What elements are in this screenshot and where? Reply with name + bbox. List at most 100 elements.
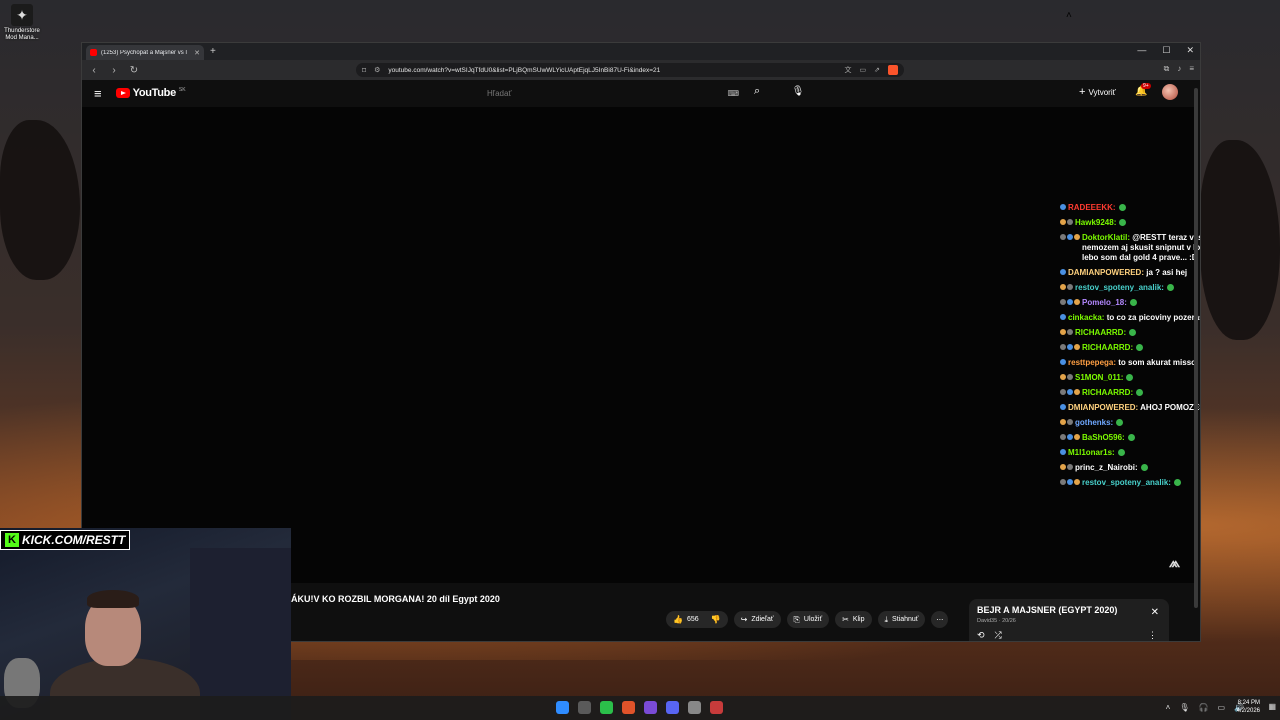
wallpaper-palm-right (1200, 140, 1280, 340)
chat-badges-icon (1060, 359, 1066, 365)
playlist-close-icon[interactable]: ✕ (1151, 607, 1159, 618)
notifications-bell-icon[interactable]: 🔔 9+ (1135, 83, 1151, 97)
start-windows-icon[interactable] (556, 701, 569, 714)
url-field[interactable]: ⌑ ⚙ youtube.com/watch?v=wtSIJqTfdU0&list… (356, 63, 904, 77)
taskbar-clock[interactable]: 8:24 PM 4/2/2026 (1237, 699, 1260, 715)
share-button[interactable]: ↪ Zdieľať (733, 611, 781, 628)
browser-tab[interactable]: (1253) Psychopat a Majsner vs I ✕ (86, 45, 204, 60)
extensions-icon[interactable]: ⧉ (1164, 64, 1170, 74)
task-view-icon[interactable] (578, 701, 591, 714)
chat-message: restov_spoteny_analik: (1060, 478, 1200, 488)
shuffle-icon[interactable]: ⤮ (995, 630, 1002, 641)
chat-emote-icon (1118, 204, 1126, 212)
app-green-icon[interactable] (600, 701, 613, 714)
tab-close-icon[interactable]: ✕ (194, 49, 200, 57)
microphone-icon[interactable]: 🎙 (790, 84, 806, 100)
create-button[interactable]: + Vytvoriť (1079, 86, 1116, 98)
chat-message: gothenks: (1060, 418, 1200, 428)
share-arrow-icon: ↪ (740, 615, 748, 624)
chat-emote-icon (1140, 464, 1148, 472)
chat-badges-icon (1060, 234, 1080, 240)
desktop-icon-label: Thunderstore (4, 28, 40, 34)
site-settings-icon[interactable]: ⚙ (374, 66, 380, 74)
notification-center-icon[interactable]: ▦ (1268, 702, 1276, 711)
video-player[interactable]: ⩕ (82, 107, 1194, 583)
tray-mic-icon[interactable]: 🎙 (1179, 703, 1189, 712)
browser-toolbar-right: ⧉ ♪ ≡ (1164, 64, 1194, 74)
chat-text: to co za picoviny pozeras (1104, 313, 1201, 322)
url-text: youtube.com/watch?v=wtSIJqTfdU0&list=PLj… (388, 66, 661, 74)
translate-icon[interactable]: 文 (845, 65, 852, 75)
wallpaper-palm-left (0, 120, 80, 280)
close-window-button[interactable]: ✕ (1186, 45, 1194, 56)
search-box[interactable]: Hľadať ⌨ (479, 83, 749, 103)
scrollbar-thumb[interactable] (1194, 88, 1198, 608)
clip-label: Klip (852, 616, 865, 623)
app-red-icon[interactable] (710, 701, 723, 714)
chat-badges-icon (1060, 434, 1080, 440)
youtube-logo[interactable]: YouTube SK (115, 87, 186, 99)
webcam-person-hair (87, 590, 139, 608)
chat-badges-icon (1060, 204, 1066, 210)
playlist-subtitle: David35 · 20/26 (977, 618, 1016, 624)
wallet-icon[interactable]: ♪ (1177, 64, 1181, 74)
chat-badges-icon (1060, 344, 1080, 350)
download-button[interactable]: ⤓ Stiahnuť (877, 611, 926, 628)
loop-icon[interactable]: ⟲ (977, 630, 985, 641)
playlist-title[interactable]: BEJR A MAJSNER (EGYPT 2020) (977, 605, 1161, 615)
chat-message: Pomelo_18: (1060, 298, 1200, 308)
search-input[interactable]: Hľadať (487, 89, 727, 98)
brave-shield-icon[interactable] (888, 65, 898, 75)
maximize-button[interactable]: ☐ (1162, 45, 1170, 56)
chat-emote-icon (1127, 434, 1135, 442)
avatar[interactable] (1162, 84, 1178, 100)
taskbar-apps (556, 701, 723, 714)
search-icon[interactable]: ⌕ (754, 85, 760, 98)
menu-icon[interactable]: ≡ (1189, 64, 1194, 74)
chat-message: DMIANPOWERED: AHOJ POMOZES MY? (1060, 403, 1200, 413)
chat-nickname: resttpepega: (1068, 358, 1117, 367)
playlist-menu-icon[interactable]: ⋮ (1148, 630, 1157, 641)
clock-time: 8:24 PM (1237, 700, 1260, 706)
save-button[interactable]: ⎘ Uložiť (786, 611, 830, 628)
clip-button[interactable]: ✂ Klip (835, 611, 872, 628)
thumbs-down-icon[interactable]: 👎 (711, 615, 721, 624)
app-gray-icon[interactable] (688, 701, 701, 714)
chat-badges-icon (1060, 299, 1080, 305)
new-tab-button[interactable]: + (210, 46, 216, 57)
chat-emote-icon (1116, 419, 1124, 427)
discord-icon[interactable] (666, 701, 679, 714)
tray-headset-icon[interactable]: 🎧 (1199, 703, 1209, 712)
hamburger-menu-icon[interactable]: ≡ (94, 86, 102, 101)
chat-message: RADEEEKK: (1060, 203, 1200, 213)
kick-banner: K KICK.COM/RESTT (0, 530, 131, 550)
chat-message: RICHAARRD: (1060, 328, 1200, 338)
page-scrollbar[interactable] (1193, 80, 1199, 640)
like-button[interactable]: 👍 656 👎 (666, 611, 728, 628)
window-controls: — ☐ ✕ (1137, 45, 1194, 56)
kick-banner-text: KICK.COM/RESTT (22, 533, 126, 547)
chat-badges-icon (1060, 404, 1066, 410)
youtube-play-icon (115, 88, 130, 98)
clock-date: 4/2/2026 (1236, 708, 1260, 714)
brave-browser-icon[interactable] (622, 701, 635, 714)
keyboard-icon[interactable]: ⌨ (727, 89, 739, 98)
chat-badges-icon (1060, 269, 1066, 275)
tray-chevron-icon[interactable]: ˄ (1166, 703, 1171, 712)
minimize-button[interactable]: — (1137, 45, 1146, 56)
webcam-background-shelf (190, 548, 291, 720)
reload-button[interactable]: ↻ (128, 65, 140, 76)
forward-button[interactable]: › (108, 65, 120, 76)
more-actions-button[interactable]: ⋯ (931, 611, 949, 628)
share-icon[interactable]: ⇗ (874, 66, 880, 74)
app-purple-icon[interactable] (644, 701, 657, 714)
chat-nickname: restov_spoteny_analik: (1082, 478, 1171, 487)
tray-network-icon[interactable]: ▭ (1217, 703, 1225, 712)
desktop-icon-thunderstore[interactable]: ✦ Thunderstore Mod Mana... (2, 4, 42, 42)
cast-icon[interactable]: ▭ (860, 66, 867, 74)
chat-nickname: S1MON_011: (1075, 373, 1124, 382)
back-button[interactable]: ‹ (88, 65, 100, 76)
bookmark-icon[interactable]: ⌑ (362, 66, 366, 75)
chat-message: DAMIANPOWERED: ja ? asi hej (1060, 268, 1200, 278)
thumbs-up-icon: 👍 (673, 615, 683, 624)
